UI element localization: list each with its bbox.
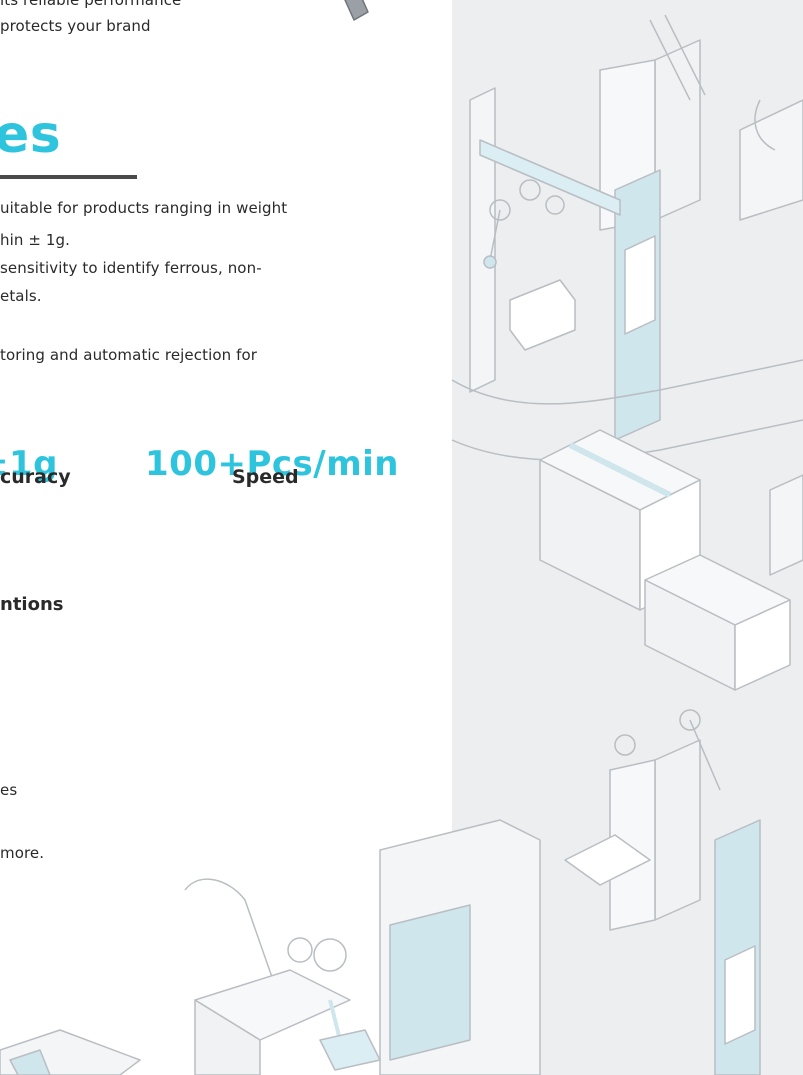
feature-bullet-1: uitable for products ranging in weight [0,199,288,217]
stat-speed-label: Speed [232,466,299,488]
applications-line-1: es [0,781,18,799]
factory-illustration [0,0,803,1075]
applications-line-2: more. [0,844,45,862]
heading-underline [0,175,137,179]
features-heading: es [0,105,62,165]
feature-bullet-2: hin ± 1g. [0,231,71,249]
feature-bullet-3: sensitivity to identify ferrous, non- [0,259,262,277]
stat-accuracy-label: curacy [0,466,71,488]
intro-line-2: protects your brand [0,17,151,35]
applications-heading: ntions [0,594,64,615]
intro-line-1: its reliable performance [0,0,182,9]
feature-bullet-4: etals. [0,287,42,305]
feature-bullet-5: toring and automatic rejection for [0,346,258,364]
